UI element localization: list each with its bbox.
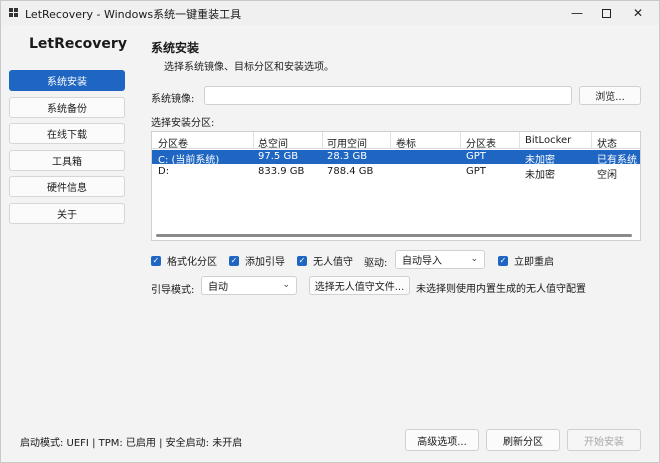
driver-select-value: 自动导入 xyxy=(402,256,442,267)
boot-mode-select[interactable]: 自动 ⌄ xyxy=(201,276,297,295)
column-header-label[interactable]: 卷标 xyxy=(396,135,416,150)
sidebar-item-label: 硬件信息 xyxy=(47,183,87,194)
sidebar-item-about[interactable]: 关于 xyxy=(9,203,125,224)
cell-free: 28.3 GB xyxy=(327,151,368,162)
app-window: LetRecovery - Windows系统一键重装工具 — ✕ LetRec… xyxy=(0,0,660,463)
format-checkbox[interactable]: ✓ 格式化分区 xyxy=(151,253,217,268)
start-install-button[interactable]: 开始安装 xyxy=(567,429,641,451)
chevron-down-icon: ⌄ xyxy=(470,254,478,264)
cell-volume: D: xyxy=(158,166,170,177)
chevron-down-icon: ⌄ xyxy=(282,280,290,290)
sidebar-item-label: 在线下载 xyxy=(47,130,87,141)
start-install-label: 开始安装 xyxy=(584,436,624,448)
close-button[interactable]: ✕ xyxy=(622,1,654,25)
restart-checkbox-label: 立即重启 xyxy=(514,257,554,268)
advanced-options-label: 高级选项... xyxy=(417,436,467,448)
column-separator xyxy=(253,132,254,149)
close-icon: ✕ xyxy=(632,6,644,20)
cell-free: 788.4 GB xyxy=(327,166,374,177)
refresh-partitions-button[interactable]: 刷新分区 xyxy=(486,429,560,451)
maximize-button[interactable] xyxy=(590,1,622,25)
add-boot-checkbox-label: 添加引导 xyxy=(245,257,285,268)
column-separator xyxy=(322,132,323,149)
sidebar-item-label: 系统备份 xyxy=(47,104,87,115)
minimize-icon: — xyxy=(571,6,583,20)
column-separator xyxy=(519,132,520,149)
minimize-button[interactable]: — xyxy=(561,1,593,25)
page-title: 系统安装 xyxy=(151,41,200,55)
select-unattend-file-label: 选择无人值守文件... xyxy=(314,282,405,293)
column-separator xyxy=(591,132,592,149)
app-logo-icon xyxy=(9,8,19,18)
sidebar-item-label: 工具箱 xyxy=(52,157,82,168)
unattended-checkbox-label: 无人值守 xyxy=(313,257,353,268)
browse-button-label: 浏览... xyxy=(595,92,625,103)
table-row[interactable]: D: 833.9 GB 788.4 GB GPT 未加密 空闲 xyxy=(152,165,640,181)
partition-label: 选择安装分区: xyxy=(151,118,215,129)
cell-total: 833.9 GB xyxy=(258,166,305,177)
image-label: 系统镜像: xyxy=(151,94,195,105)
cell-bitlocker: 未加密 xyxy=(525,170,555,181)
boot-mode-label: 引导模式: xyxy=(151,285,195,296)
browse-button[interactable]: 浏览... xyxy=(579,86,641,105)
cell-table-type: GPT xyxy=(466,151,486,162)
unattend-note: 未选择则使用内置生成的无人值守配置 xyxy=(416,284,586,295)
cell-volume: C: (当前系统) xyxy=(158,155,220,166)
check-icon: ✓ xyxy=(297,255,307,266)
status-bar-text: 启动模式: UEFI | TPM: 已启用 | 安全启动: 未开启 xyxy=(20,438,243,449)
table-header: 分区卷 总空间 可用空间 卷标 分区表 BitLocker 状态 xyxy=(152,132,640,150)
app-brand: LetRecovery xyxy=(29,36,127,52)
refresh-partitions-label: 刷新分区 xyxy=(503,436,543,448)
partition-table[interactable]: 分区卷 总空间 可用空间 卷标 分区表 BitLocker 状态 C: (当前系… xyxy=(151,131,641,241)
column-header-total[interactable]: 总空间 xyxy=(258,135,288,150)
maximize-icon xyxy=(601,8,611,18)
cell-total: 97.5 GB xyxy=(258,151,299,162)
window-title: LetRecovery - Windows系统一键重装工具 xyxy=(25,8,242,21)
title-bar: LetRecovery - Windows系统一键重装工具 — ✕ xyxy=(1,1,659,25)
column-separator xyxy=(460,132,461,149)
sidebar-item-install[interactable]: 系统安装 xyxy=(9,70,125,91)
table-row[interactable]: C: (当前系统) 97.5 GB 28.3 GB GPT 未加密 已有系统 xyxy=(152,150,640,166)
page-subtitle: 选择系统镜像、目标分区和安装选项。 xyxy=(164,62,334,73)
column-header-bitlocker[interactable]: BitLocker xyxy=(525,135,571,146)
column-header-status[interactable]: 状态 xyxy=(597,135,617,150)
restart-checkbox[interactable]: ✓ 立即重启 xyxy=(498,253,554,268)
cell-table-type: GPT xyxy=(466,166,486,177)
column-separator xyxy=(390,132,391,149)
cell-status: 已有系统 xyxy=(597,155,637,166)
check-icon: ✓ xyxy=(498,255,508,266)
sidebar-item-label: 关于 xyxy=(57,210,77,221)
cell-status: 空闲 xyxy=(597,170,617,181)
check-icon: ✓ xyxy=(151,255,161,266)
horizontal-scrollbar[interactable] xyxy=(156,234,632,237)
select-unattend-file-button[interactable]: 选择无人值守文件... xyxy=(309,276,410,295)
cell-bitlocker: 未加密 xyxy=(525,155,555,166)
driver-label: 驱动: xyxy=(364,258,388,269)
column-header-volume[interactable]: 分区卷 xyxy=(158,135,188,150)
check-icon: ✓ xyxy=(229,255,239,266)
sidebar-item-hardware[interactable]: 硬件信息 xyxy=(9,176,125,197)
format-checkbox-label: 格式化分区 xyxy=(167,257,217,268)
sidebar-item-download[interactable]: 在线下载 xyxy=(9,123,125,144)
image-path-input[interactable] xyxy=(204,86,572,105)
driver-select[interactable]: 自动导入 ⌄ xyxy=(395,250,485,269)
add-boot-checkbox[interactable]: ✓ 添加引导 xyxy=(229,253,285,268)
sidebar-item-backup[interactable]: 系统备份 xyxy=(9,97,125,118)
column-header-free[interactable]: 可用空间 xyxy=(327,135,367,150)
unattended-checkbox[interactable]: ✓ 无人值守 xyxy=(297,253,353,268)
sidebar-item-label: 系统安装 xyxy=(47,77,87,88)
column-header-table-type[interactable]: 分区表 xyxy=(466,135,496,150)
boot-mode-select-value: 自动 xyxy=(208,282,228,293)
advanced-options-button[interactable]: 高级选项... xyxy=(405,429,479,451)
sidebar-item-toolbox[interactable]: 工具箱 xyxy=(9,150,125,171)
